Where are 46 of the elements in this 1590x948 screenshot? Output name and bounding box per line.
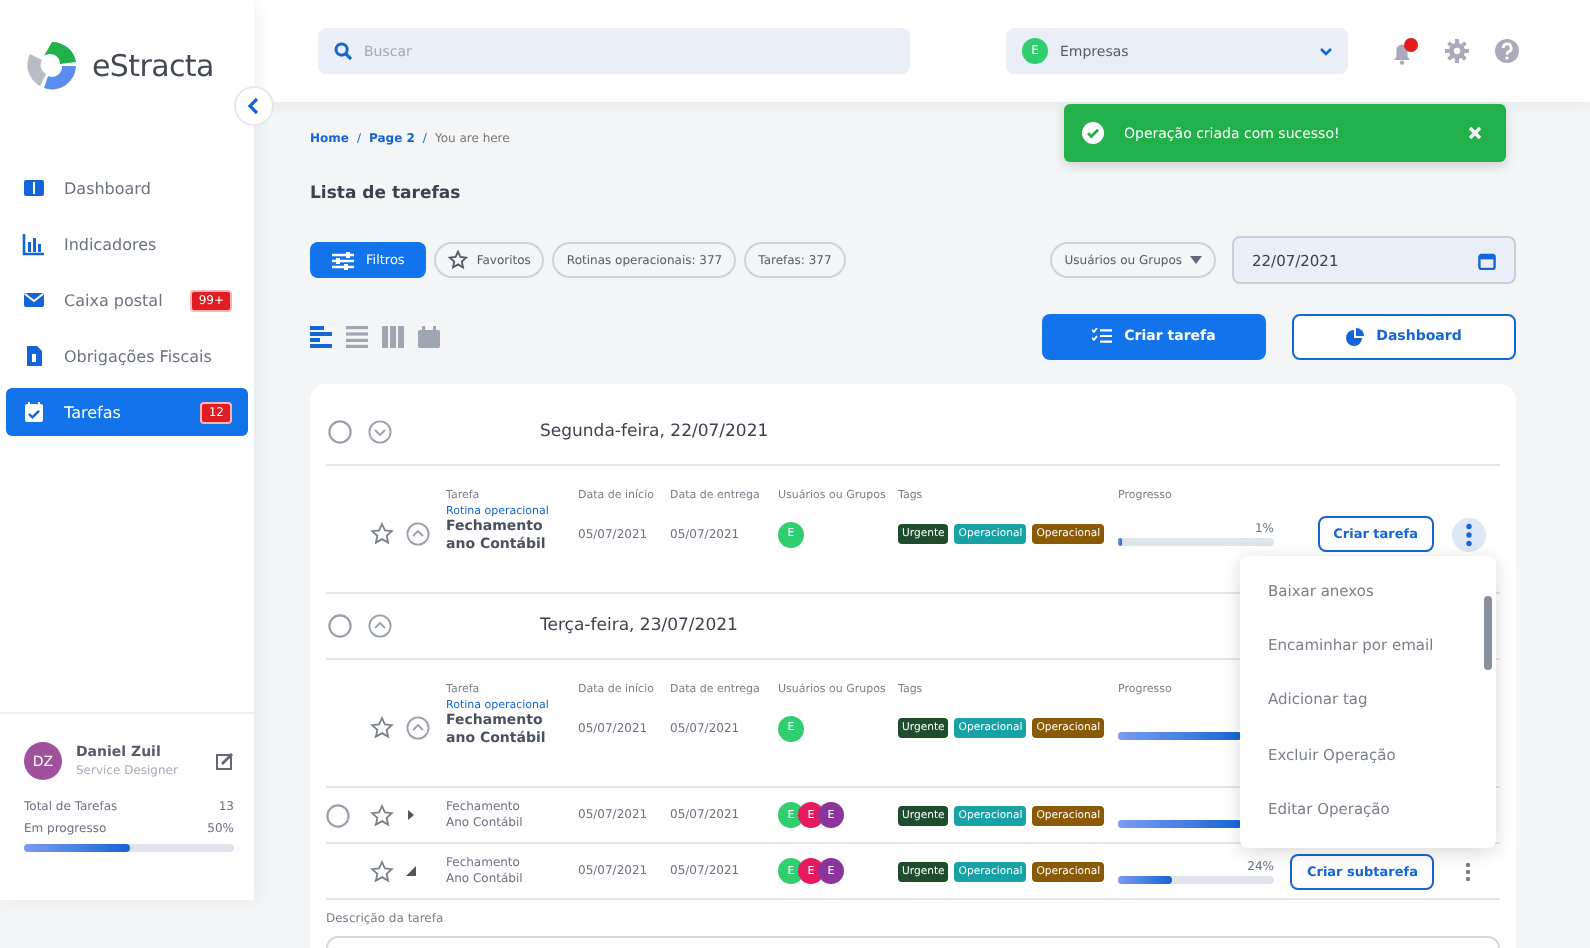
nav-item[interactable]: Dashboard [6, 164, 248, 212]
dashboard-icon [22, 176, 46, 200]
select-circle[interactable] [328, 614, 352, 638]
group-date: Terça-feira, 23/07/2021 [540, 616, 738, 636]
more-icon[interactable] [1451, 517, 1485, 551]
sliders-icon [332, 251, 354, 269]
chevron-down-icon [1320, 47, 1332, 55]
checklist-icon [1092, 328, 1113, 344]
calendar-check-icon [22, 400, 46, 424]
document-icon [22, 344, 46, 368]
chevron-down-icon[interactable] [368, 420, 392, 444]
chevron-up-icon[interactable] [406, 716, 430, 740]
select-circle[interactable] [328, 420, 352, 444]
pie-chart-icon [1346, 327, 1365, 345]
triangle-right-icon[interactable] [406, 810, 416, 820]
triangle-down-icon[interactable] [406, 866, 416, 876]
logo-icon [24, 38, 80, 94]
list-icon[interactable] [346, 325, 368, 347]
close-icon[interactable] [1468, 126, 1482, 140]
star-icon [448, 250, 469, 270]
group-date: Segunda-feira, 22/07/2021 [540, 422, 769, 442]
caret-icon [1190, 256, 1202, 264]
nav-item[interactable]: Obrigações Fiscais [6, 332, 248, 380]
columns-icon[interactable] [382, 325, 404, 347]
nav-item[interactable]: Indicadores [6, 220, 248, 268]
edit-icon[interactable] [216, 752, 234, 770]
page-title: Lista de tarefas [310, 184, 463, 208]
chevron-up-icon[interactable] [368, 614, 392, 638]
star-icon[interactable] [370, 716, 394, 740]
bell-icon[interactable] [1388, 37, 1420, 65]
calendar-icon[interactable] [418, 325, 440, 347]
bars-icon[interactable] [310, 325, 332, 347]
check-circle-icon [1082, 122, 1104, 144]
calendar-icon [1478, 251, 1496, 269]
brand-name: eStracta [92, 48, 214, 84]
chart-icon [22, 232, 46, 256]
star-icon[interactable] [370, 859, 394, 883]
star-icon[interactable] [370, 803, 394, 827]
star-icon[interactable] [370, 522, 394, 546]
collapse-button[interactable] [234, 86, 274, 126]
envelope-icon [22, 288, 46, 312]
help-icon[interactable] [1494, 38, 1520, 64]
settings-icon[interactable] [1444, 38, 1470, 64]
chevron-up-icon[interactable] [406, 522, 430, 546]
select-circle[interactable] [326, 803, 350, 827]
scrollbar-thumb[interactable] [1484, 596, 1492, 670]
